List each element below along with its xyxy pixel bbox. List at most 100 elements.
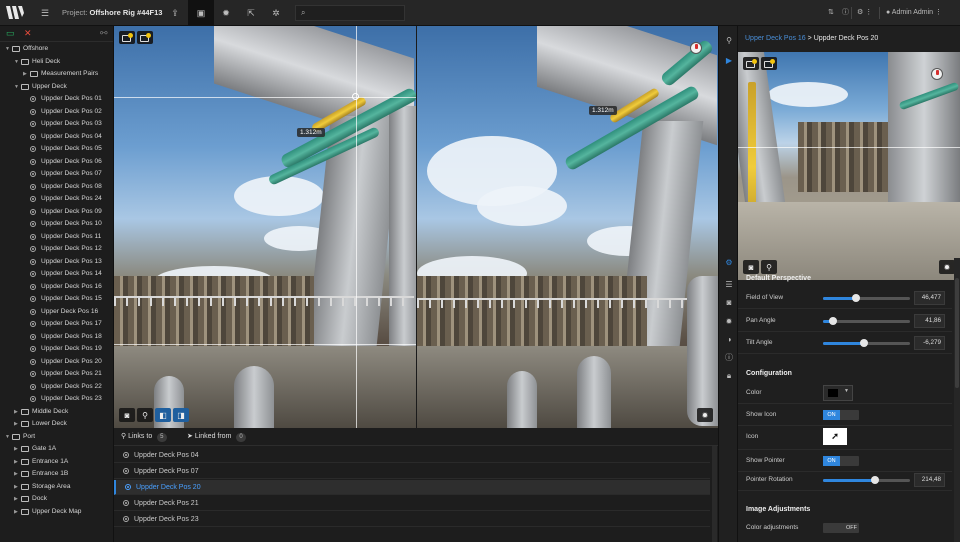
tree-item-position[interactable]: Uppder Deck Pos 08 [0,181,113,194]
tab-links-to[interactable]: ⚲ Links to 5 [121,428,167,446]
tree-item-position[interactable]: Uppder Deck Pos 21 [0,368,113,381]
pointer-rotation-input[interactable]: 214,48 [914,473,945,487]
panorama-viewer-right[interactable]: 1.312m ✹ [417,26,718,428]
chevron-right-icon[interactable]: ▶ [14,493,18,506]
chevron-down-icon[interactable]: ▼ [14,56,19,69]
settings-cog-icon[interactable]: ✹ [213,0,239,26]
sort-icon[interactable]: ⇅ [828,0,834,26]
tree-item-folder[interactable]: ▶ Storage Area [0,481,113,494]
tilt-angle-input[interactable]: -6,279 [914,336,945,350]
tree-item-position[interactable]: Uppder Deck Pos 12 [0,243,113,256]
tree-item-folder[interactable]: ▼ Upper Deck [0,81,113,94]
tree-item-position[interactable]: Uppder Deck Pos 18 [0,331,113,344]
add-folder-icon[interactable]: ▭ [6,28,15,39]
link-list-item[interactable]: Uppder Deck Pos 04 [114,448,710,463]
app-logo[interactable] [5,4,25,21]
slider-handle[interactable] [859,339,868,347]
slider-handle[interactable] [829,317,838,325]
tree-item-folder[interactable]: ▶ Entrance 1A [0,456,113,469]
chevron-right-icon[interactable]: ▶ [14,481,18,494]
link-list-item[interactable]: Uppder Deck Pos 21 [114,496,710,511]
arrow-icon-picker[interactable]: ➚ [823,428,847,445]
tree-item-position[interactable]: Uppder Deck Pos 15 [0,293,113,306]
measure-point[interactable] [352,93,359,100]
user-menu[interactable]: ● Admin Admin ⋮ [886,0,942,26]
tree-item-position[interactable]: Uppder Deck Pos 05 [0,143,113,156]
preview-settings-icon[interactable]: ✹ [939,260,955,274]
contrast-icon[interactable]: ◑ [719,331,739,347]
field-of-view-input[interactable]: 46,477 [914,291,945,305]
color-picker[interactable]: ▼ [823,385,853,401]
lock-icon[interactable]: 🔒︎ [719,368,739,384]
pointer-rotation-slider[interactable] [823,476,910,484]
chevron-right-icon[interactable]: ▶ [14,406,18,419]
chevron-down-icon[interactable]: ▼ [5,43,10,56]
tree-item-folder[interactable]: ▶ Gate 1A [0,443,113,456]
tree-item-folder[interactable]: ▶ Dock [0,493,113,506]
link-settings-icon[interactable]: ⚙ [719,254,739,270]
settings-dropdown-icon[interactable]: ⚙ ⋮ [857,0,872,26]
slider-handle[interactable] [852,294,861,302]
tree-item-position[interactable]: Uppder Deck Pos 10 [0,218,113,231]
chevron-right-icon[interactable]: ▶ [14,506,18,519]
field-of-view-slider[interactable] [823,294,910,302]
tree-item-position[interactable]: Uppder Deck Pos 03 [0,118,113,131]
pan-angle-slider[interactable] [823,317,910,325]
tree-item-position[interactable]: Uppder Deck Pos 23 [0,393,113,406]
chevron-right-icon[interactable]: ▶ [14,468,18,481]
tilt-angle-slider[interactable] [823,339,910,347]
marker-icon[interactable]: ⚲ [761,260,777,274]
marker-icon[interactable]: ⚲ [137,408,153,422]
tree-item-folder[interactable]: ▶ Middle Deck [0,406,113,419]
scrollbar-thumb[interactable] [955,278,959,388]
gear-icon[interactable]: ✹ [719,313,739,329]
tree-item-position[interactable]: Uppder Deck Pos 19 [0,343,113,356]
tree-item-position[interactable]: Upper Deck Pos 16 [0,306,113,319]
link-preview-image[interactable]: ◙ ⚲ ✹ [738,52,960,280]
upload-icon[interactable]: ⇪ [162,0,188,26]
camera-hotspot-icon[interactable] [137,31,153,44]
link-list-item[interactable]: Uppder Deck Pos 23 [114,512,710,527]
tree-item-position[interactable]: Uppder Deck Pos 24 [0,193,113,206]
list-icon[interactable]: ☰ [719,276,739,292]
tree-item-folder[interactable]: ▶ Entrance 1B [0,468,113,481]
tree-item-folder[interactable]: ▼ Port [0,431,113,444]
tree-item-position[interactable]: Uppder Deck Pos 06 [0,156,113,169]
show-icon-toggle[interactable]: ON [823,410,859,420]
link-list-item[interactable]: Uppder Deck Pos 20 [114,480,710,495]
camera-hotspot-icon[interactable] [119,31,135,44]
scrollbar[interactable] [712,446,717,542]
chevron-right-icon[interactable]: ▶ [14,456,18,469]
camera-icon[interactable]: ◙ [119,408,135,422]
tree-item-folder[interactable]: ▼ Offshore [0,43,113,56]
compass-icon[interactable] [690,42,702,54]
image-view-icon[interactable]: ▣ [188,0,214,26]
chevron-right-icon[interactable]: ▶ [14,418,18,431]
tree-item-position[interactable]: Uppder Deck Pos 09 [0,206,113,219]
tree-item-folder[interactable]: ▶ Measurement Pairs [0,68,113,81]
compass-icon[interactable] [931,68,943,80]
show-pointer-toggle[interactable]: ON [823,456,859,466]
camera-icon[interactable]: ◙ [743,260,759,274]
link-icon[interactable]: ⚯ [100,28,108,39]
camera-hotspot-icon[interactable] [743,57,759,70]
breadcrumb-prev[interactable]: Upper Deck Pos 16 [745,35,806,42]
tree-item-position[interactable]: Uppder Deck Pos 07 [0,168,113,181]
tree-item-position[interactable]: Uppder Deck Pos 13 [0,256,113,269]
tree-item-position[interactable]: Uppder Deck Pos 17 [0,318,113,331]
viewer-settings-icon[interactable]: ✹ [697,408,713,422]
search-field[interactable]: ⌕ [295,5,405,21]
split-view-icon[interactable]: ◧ [155,408,171,422]
info-icon[interactable]: ⓘ [719,349,739,365]
color-adjustments-toggle[interactable]: OFF [823,523,859,533]
tree-item-position[interactable]: Uppder Deck Pos 11 [0,231,113,244]
gear-icon[interactable]: ✲ [263,0,289,26]
tree-item-position[interactable]: Uppder Deck Pos 20 [0,356,113,369]
chevron-down-icon[interactable]: ▼ [14,81,19,94]
delete-icon[interactable]: ✕ [24,28,32,39]
external-link-icon[interactable]: ⇱ [238,0,264,26]
tree-item-position[interactable]: Uppder Deck Pos 04 [0,131,113,144]
chevron-right-icon[interactable]: ▶ [14,443,18,456]
pan-angle-input[interactable]: 41,86 [914,314,945,328]
chevron-right-icon[interactable]: ▶ [23,68,27,81]
